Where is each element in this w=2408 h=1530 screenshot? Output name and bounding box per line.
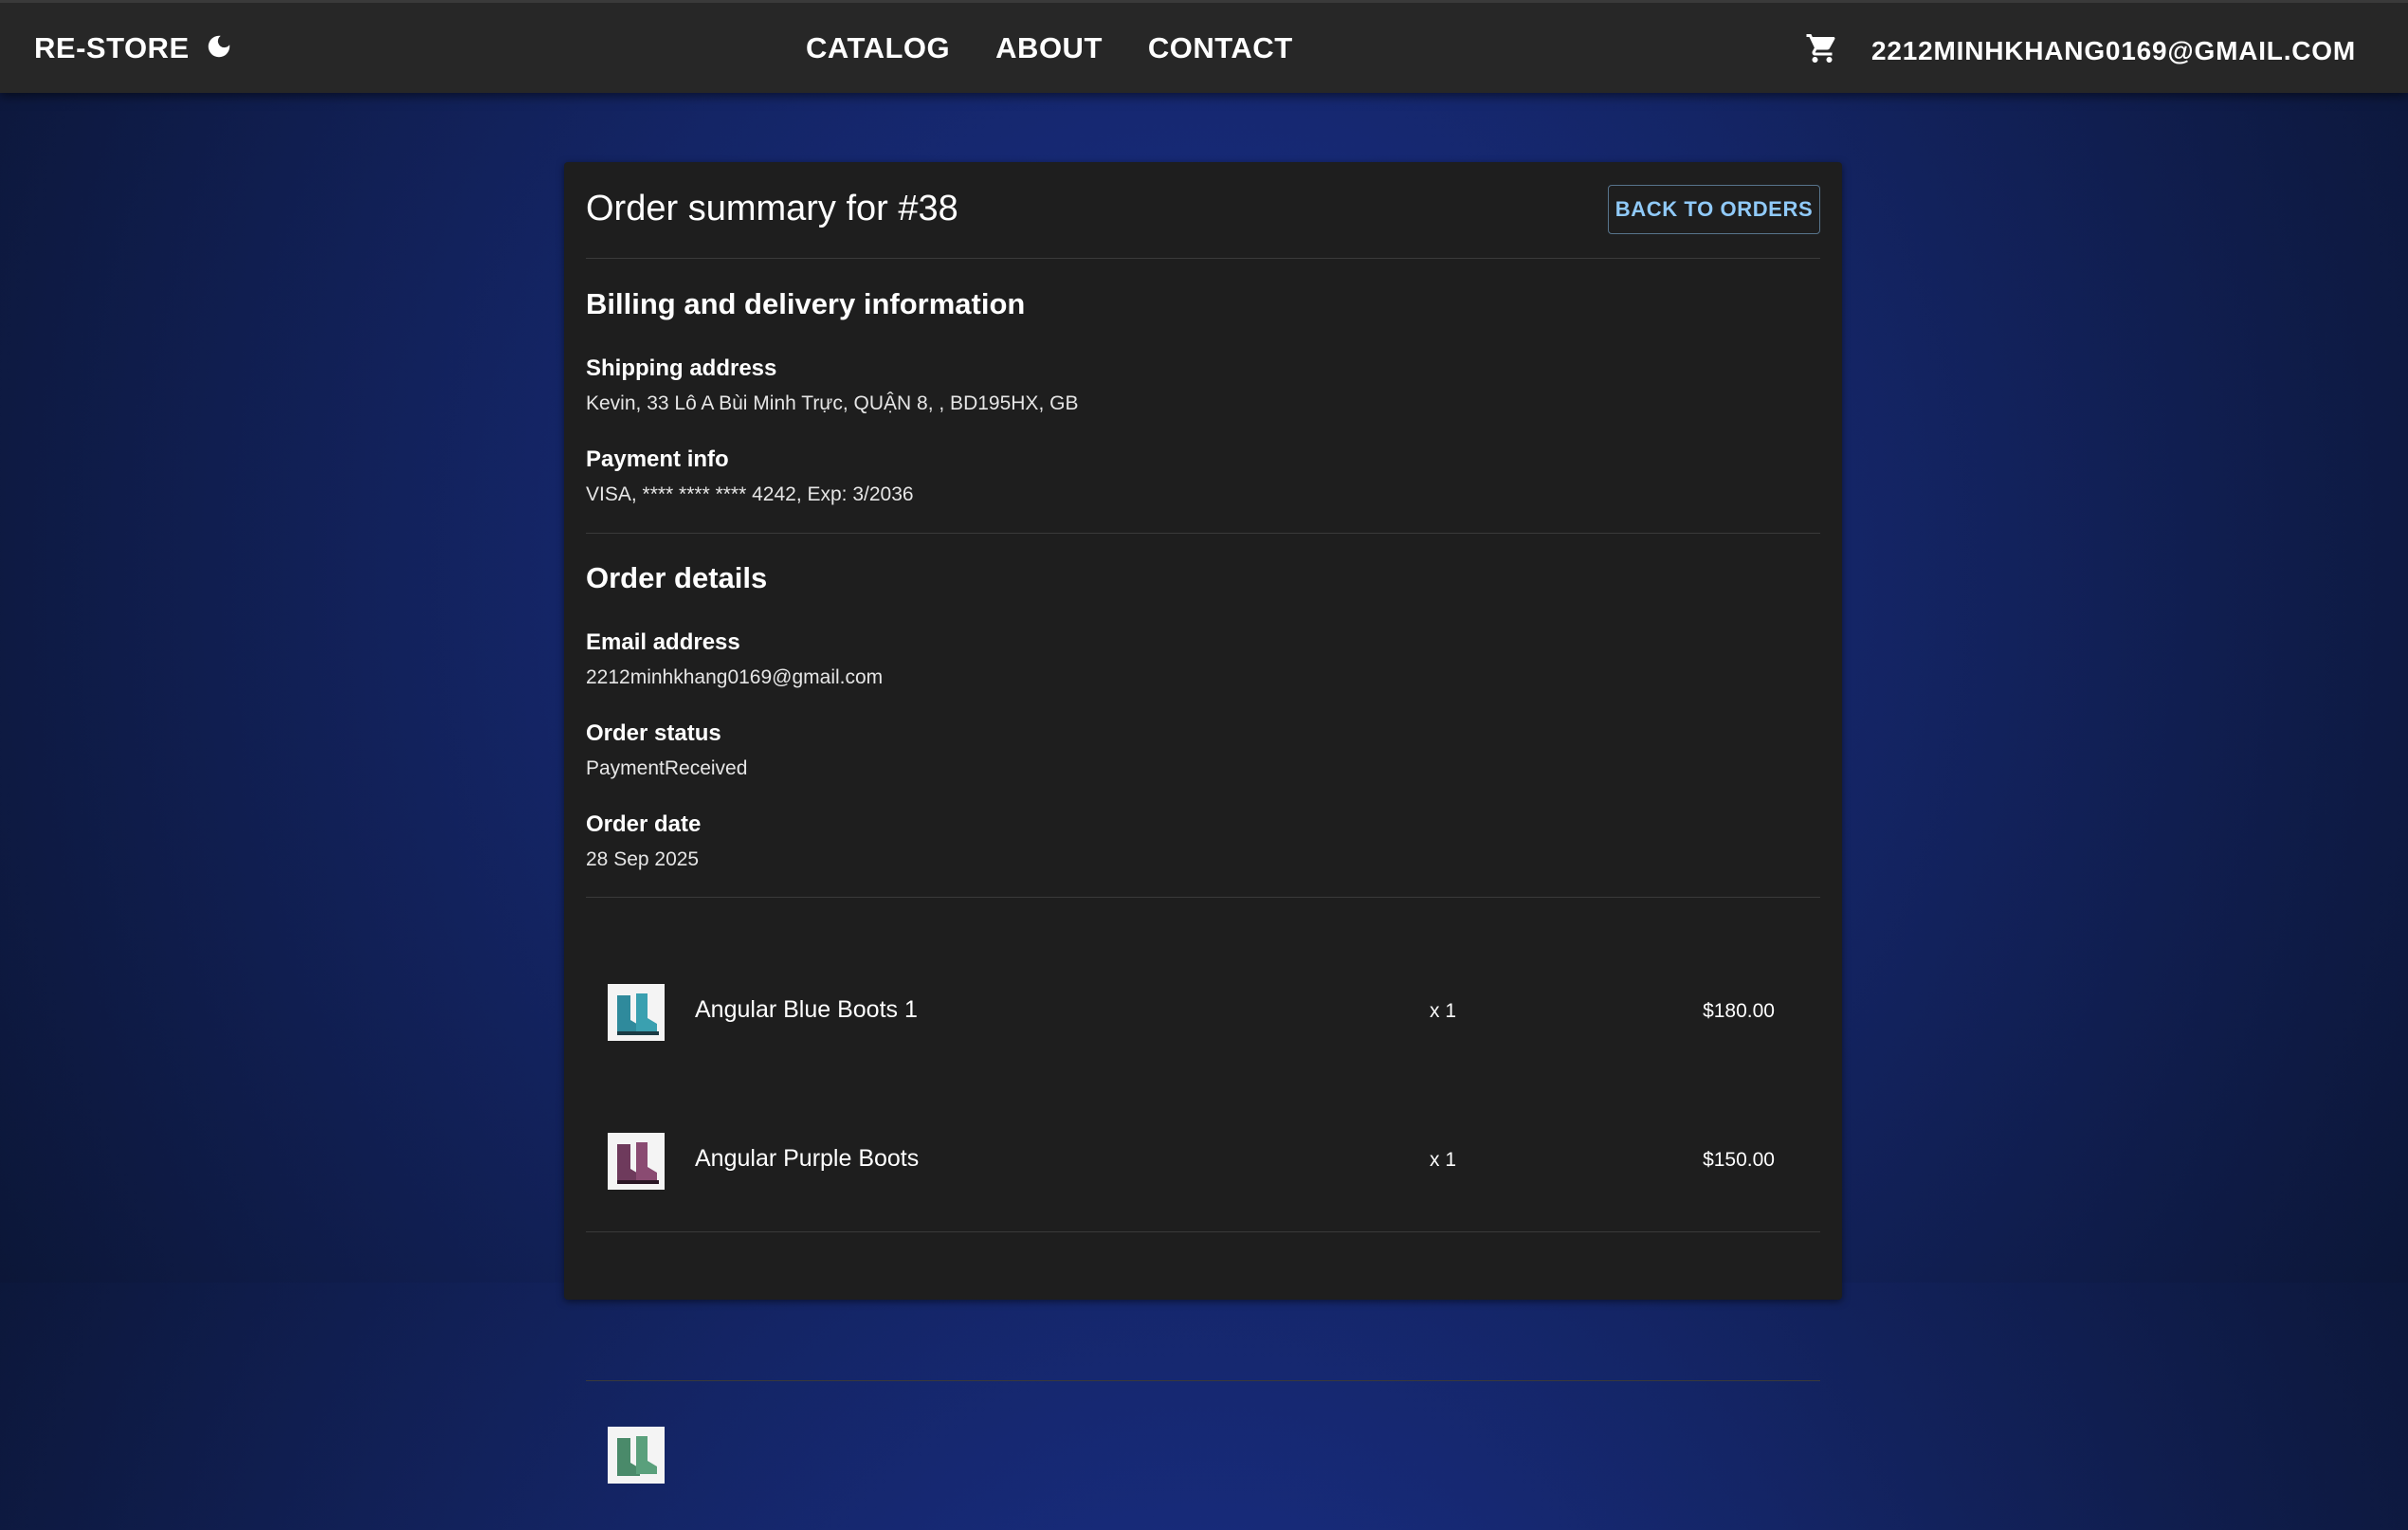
product-image	[608, 984, 665, 1041]
brand-title[interactable]: RE-STORE	[34, 31, 190, 65]
divider	[586, 897, 1820, 898]
email-label: Email address	[586, 629, 740, 655]
date-label: Order date	[586, 811, 702, 837]
order-item-row: Angular Blue Boots 1 x 1 $180.00	[586, 938, 1820, 1087]
item-name: Angular Purple Boots	[695, 1145, 920, 1172]
nav-about-link[interactable]: ABOUT	[995, 31, 1103, 65]
item-quantity: x 1	[1430, 1000, 1457, 1022]
payment-label: Payment info	[586, 446, 729, 472]
divider	[586, 258, 1820, 259]
item-price: $150.00	[1703, 1149, 1775, 1171]
order-details-heading: Order details	[586, 561, 768, 594]
page-title: Order summary for #38	[586, 189, 958, 228]
divider	[586, 533, 1820, 534]
order-item-row: Angular Purple Boots x 1 $150.00	[586, 1086, 1820, 1236]
dark-mode-toggle-icon[interactable]	[205, 32, 233, 65]
shipping-value: Kevin, 33 Lô A Bùi Minh Trực, QUẬN 8, , …	[586, 392, 1079, 414]
email-value: 2212minhkhang0169@gmail.com	[586, 666, 884, 688]
brand: RE-STORE	[34, 31, 233, 65]
date-value: 28 Sep 2025	[586, 848, 700, 870]
payment-value: VISA, **** **** **** 4242, Exp: 3/2036	[586, 483, 914, 505]
shipping-label: Shipping address	[586, 355, 777, 381]
back-to-orders-button[interactable]: BACK TO ORDERS	[1608, 185, 1820, 234]
order-item-row	[586, 1380, 1820, 1530]
status-label: Order status	[586, 720, 721, 746]
cart-icon[interactable]	[1805, 31, 1839, 70]
item-quantity: x 1	[1430, 1149, 1457, 1171]
top-navbar: RE-STORE CATALOG ABOUT CONTACT 2212MINHK…	[0, 0, 2408, 93]
nav-catalog-link[interactable]: CATALOG	[806, 31, 950, 65]
item-price: $180.00	[1703, 1000, 1775, 1022]
user-menu-email[interactable]: 2212MINHKHANG0169@GMAIL.COM	[1871, 36, 2356, 66]
product-image	[608, 1427, 665, 1484]
status-value: PaymentReceived	[586, 757, 748, 779]
main-nav: CATALOG ABOUT CONTACT	[806, 31, 1293, 65]
nav-contact-link[interactable]: CONTACT	[1148, 31, 1293, 65]
billing-heading: Billing and delivery information	[586, 287, 1026, 320]
product-image	[608, 1133, 665, 1190]
item-name: Angular Blue Boots 1	[695, 996, 918, 1023]
order-summary-card: Order summary for #38 BACK TO ORDERS Bil…	[564, 162, 1842, 1484]
user-area: 2212MINHKHANG0169@GMAIL.COM	[1805, 31, 2356, 70]
